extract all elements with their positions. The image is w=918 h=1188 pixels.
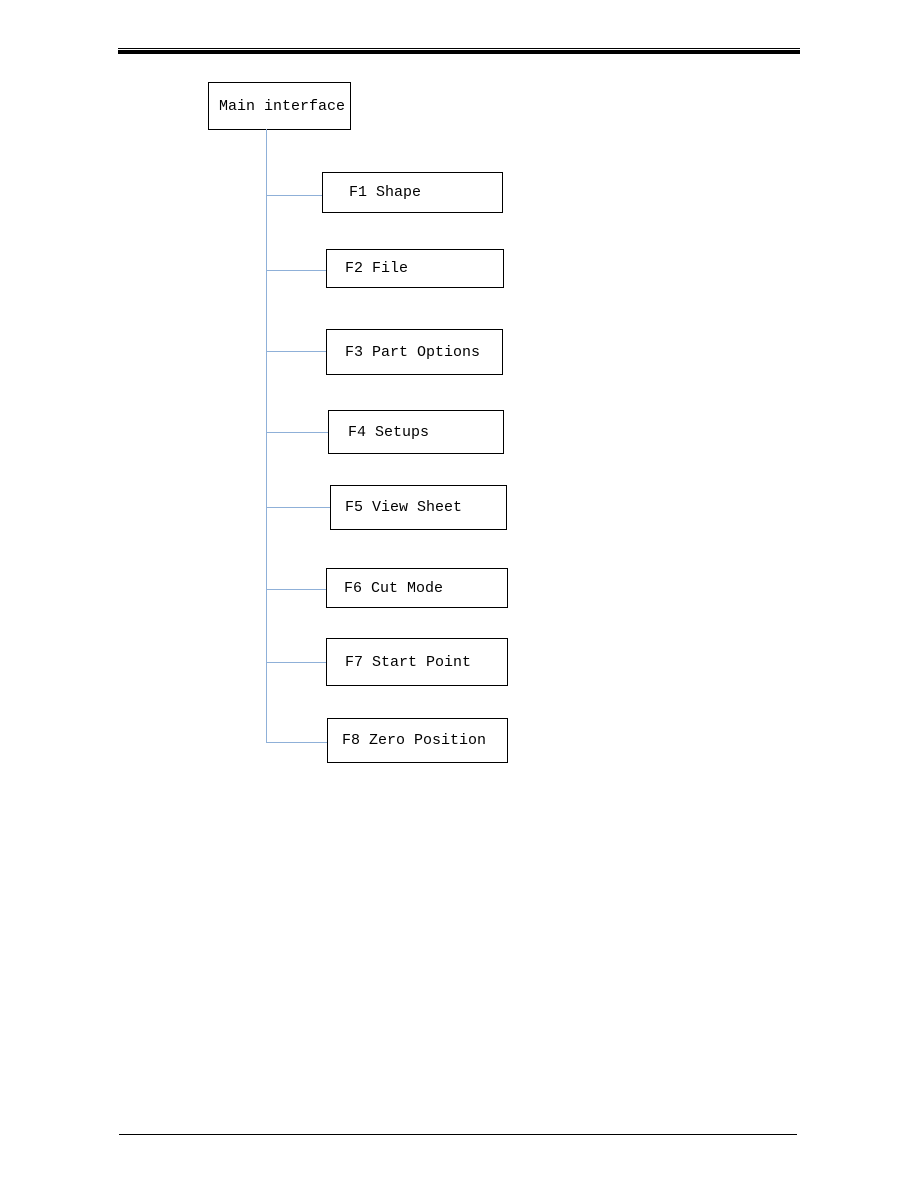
node-label: F4 Setups [348,423,430,441]
node-main-interface: Main interface [208,82,351,130]
footer-rule [119,1134,797,1135]
tree-trunk-connector [266,129,267,743]
connector-f8 [266,742,327,743]
node-f5-view-sheet: F5 View Sheet [330,485,507,530]
node-f8-zero-position: F8 Zero Position [327,718,508,763]
node-f1-shape: F1 Shape [322,172,503,213]
node-label: F7 Start Point [345,653,472,671]
node-label: F8 Zero Position [342,732,487,749]
node-label: F1 Shape [349,184,422,201]
node-label: F2 File [345,260,409,277]
node-label: F5 View Sheet [345,499,463,516]
connector-f6 [266,589,326,590]
header-rule-thick [118,50,800,54]
connector-f1 [266,195,322,196]
node-f3-part-options: F3 Part Options [326,329,503,375]
header-rule-thin [118,48,800,49]
connector-f2 [266,270,326,271]
node-label: Main interface [219,97,346,115]
connector-f4 [266,432,328,433]
node-label: F6 Cut Mode [344,579,444,597]
connector-f7 [266,662,326,663]
connector-f3 [266,351,326,352]
connector-f5 [266,507,330,508]
node-f4-setups: F4 Setups [328,410,504,454]
node-label: F3 Part Options [345,343,481,361]
node-f6-cut-mode: F6 Cut Mode [326,568,508,608]
node-f7-start-point: F7 Start Point [326,638,508,686]
node-f2-file: F2 File [326,249,504,288]
